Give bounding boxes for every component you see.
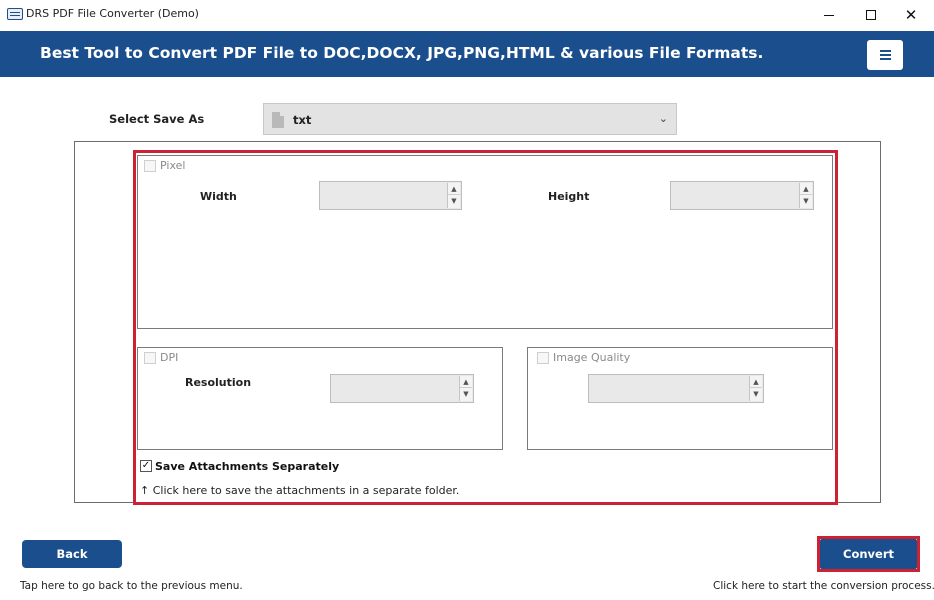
back-button[interactable]: Back <box>22 540 122 568</box>
chevron-down-icon[interactable]: ⌄ <box>659 112 668 125</box>
hamburger-menu-icon[interactable] <box>867 40 903 70</box>
save-as-dropdown[interactable]: txt ⌄ <box>263 103 677 135</box>
save-as-label: Select Save As <box>109 112 205 126</box>
header-banner: Best Tool to Convert PDF File to DOC,DOC… <box>0 31 934 77</box>
app-logo-icon <box>7 8 23 20</box>
header-title: Best Tool to Convert PDF File to DOC,DOC… <box>40 44 764 62</box>
window-title: DRS PDF File Converter (Demo) <box>26 7 199 20</box>
minimize-icon[interactable] <box>806 0 852 30</box>
convert-button[interactable]: Convert <box>820 539 917 569</box>
title-bar: DRS PDF File Converter (Demo) ✕ <box>0 0 934 30</box>
file-type-icon <box>272 112 284 128</box>
back-hint: Tap here to go back to the previous menu… <box>20 580 243 592</box>
convert-hint: Click here to start the conversion proce… <box>713 580 934 592</box>
close-icon[interactable]: ✕ <box>888 0 934 30</box>
highlight-frame <box>133 150 838 505</box>
save-as-selected-value: txt <box>293 113 312 127</box>
